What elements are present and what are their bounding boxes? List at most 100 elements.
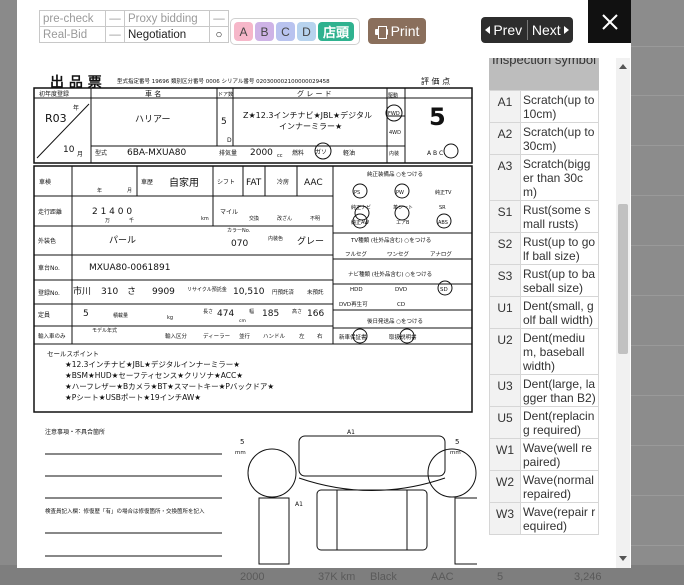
scroll-up-arrow-icon[interactable] [619,64,627,69]
vin: MXUA80-0061891 [89,263,170,273]
svg-text:リサイクル預託金: リサイクル預託金 [187,286,227,293]
svg-text:4WD: 4WD [389,130,401,136]
symbol-code: S3 [489,264,521,297]
shop-badge[interactable]: 店頭 [318,22,354,41]
svg-text:シフト: シフト [217,179,235,186]
badge-d[interactable]: D [297,22,316,41]
svg-text:軽油: 軽油 [343,149,355,157]
next-button[interactable]: Next [528,17,574,43]
symbol-code: U3 [489,374,521,407]
svg-text:革シート: 革シート [393,204,413,211]
svg-text:5: 5 [240,438,244,446]
symbol-row: W2 Wave(normal repaired) [489,470,599,503]
svg-text:円預託済: 円預託済 [272,288,295,296]
capacity: 5 [83,309,89,319]
prev-button[interactable]: Prev [481,17,527,43]
next-label: Next [531,22,561,38]
first-registration: R03 [45,112,67,125]
svg-text:km: km [201,216,209,222]
svg-text:排気量: 排気量 [219,149,237,157]
sales-point-4: ★Pシート★USBポート★19インチAW★ [65,393,201,402]
interior-color: グレー [297,235,324,247]
svg-text:幅: 幅 [249,308,254,315]
symbol-description: Scratch(up to 10cm) [520,90,599,123]
scroll-thumb[interactable] [618,204,628,354]
prev-label: Prev [493,22,523,38]
background-row: 2000 37K km Black AAC 5 3,246 [0,565,684,585]
sheet-title: 出 品 票 [50,74,102,91]
svg-text:月: 月 [77,151,83,158]
caret-left-icon [485,26,491,34]
badge-a[interactable]: A [234,22,253,41]
inspector-note: 検査員記入欄：修復歴「有」の場合は修復箇所・交換箇所を記入 [45,507,205,515]
svg-text:mm: mm [450,450,461,456]
symbol-code: U2 [489,328,521,375]
symbol-description: Wave(well repaired) [520,438,599,471]
svg-text:右: 右 [317,332,323,340]
svg-text:モデル年式: モデル年式 [92,327,117,334]
sales-points-label: セールスポイント [47,350,99,358]
symbol-code: U5 [489,406,521,439]
pre-check-mark: — [105,10,125,27]
caret-right-icon [563,26,569,34]
svg-text:5: 5 [455,438,459,446]
modal-scrollbar[interactable] [616,58,630,568]
svg-text:マイル: マイル [220,209,238,216]
length: 474 [217,309,234,319]
svg-text:高さ: 高さ [292,308,302,315]
close-button[interactable] [588,0,631,43]
sales-point-1: ★12.3インチナビ★JBL★デジタルインナーミラー★ [65,359,240,369]
background-table-edge [631,0,684,585]
svg-text:DVD再生可: DVD再生可 [339,300,368,308]
symbol-description: Wave(repair required) [520,502,599,535]
inspection-symbol-list: Inspection symbol A1 Scratch(up to 10cm) A… [489,58,599,568]
shift: FAT [246,178,262,188]
symbol-table: A1 Scratch(up to 10cm) A2 Scratch(up to 30c… [489,90,599,535]
svg-text:ワンセグ: ワンセグ [387,250,410,258]
svg-text:不明: 不明 [310,216,320,222]
symbol-row: S3 Rust(up to baseball size) [489,264,599,297]
svg-text:cm: cm [239,319,246,324]
pre-check-label: pre-check [39,10,106,27]
badge-c[interactable]: C [276,22,295,41]
svg-text:冷房: 冷房 [277,178,289,186]
symbol-row: U3 Dent(large, lagger than B2) [489,374,599,407]
svg-text:cc: cc [277,153,283,159]
badge-b[interactable]: B [255,22,274,41]
sheet-header-small: 型式指定番号 19696 類別区分番号 0006 シリアル番号 02030000… [117,77,330,85]
svg-text:さ: さ [127,286,136,297]
symbol-row: S2 Rust(up to golf ball size) [489,232,599,265]
svg-text:月: 月 [127,188,132,194]
svg-text:PS: PS [354,190,360,196]
svg-text:アナログ: アナログ [430,250,452,258]
inspection-sheet-drawing: 出 品 票 型式指定番号 19696 類別区分番号 0006 シリアル番号 02… [33,74,477,565]
svg-text:SD: SD [440,287,448,293]
svg-text:外装色: 外装色 [38,237,56,245]
svg-text:PW: PW [396,190,404,196]
symbol-description: Dent(small, golf ball width) [520,296,599,329]
svg-text:純正ナビ: 純正ナビ [351,204,371,211]
svg-text:千: 千 [129,217,134,224]
svg-text:SR: SR [439,205,446,211]
scroll-down-arrow-icon[interactable] [619,556,627,561]
svg-text:登録No.: 登録No. [38,289,60,297]
print-button[interactable]: Print [368,18,426,44]
print-label: Print [390,23,420,39]
svg-text:10: 10 [63,145,75,155]
svg-text:D: D [227,137,232,144]
displacement: 2000 [250,148,273,158]
svg-text:初年度登録: 初年度登録 [39,90,69,98]
svg-text:カラーNo.: カラーNo. [227,228,251,234]
doors: 5 [221,117,227,127]
width: 185 [262,309,279,319]
svg-text:新車保証書: 新車保証書 [339,333,367,341]
symbol-code: A3 [489,154,521,201]
notes-label: 注意事項・不具合箇所 [45,428,105,436]
svg-text:車 名: 車 名 [145,89,161,98]
svg-text:フルセグ: フルセグ [345,250,368,258]
svg-text:輸入車のみ: 輸入車のみ [38,332,66,340]
svg-text:A1: A1 [295,501,303,508]
symbol-code: W2 [489,470,521,503]
proxy-bidding-label: Proxy bidding [124,10,210,27]
svg-text:A1: A1 [347,429,355,436]
